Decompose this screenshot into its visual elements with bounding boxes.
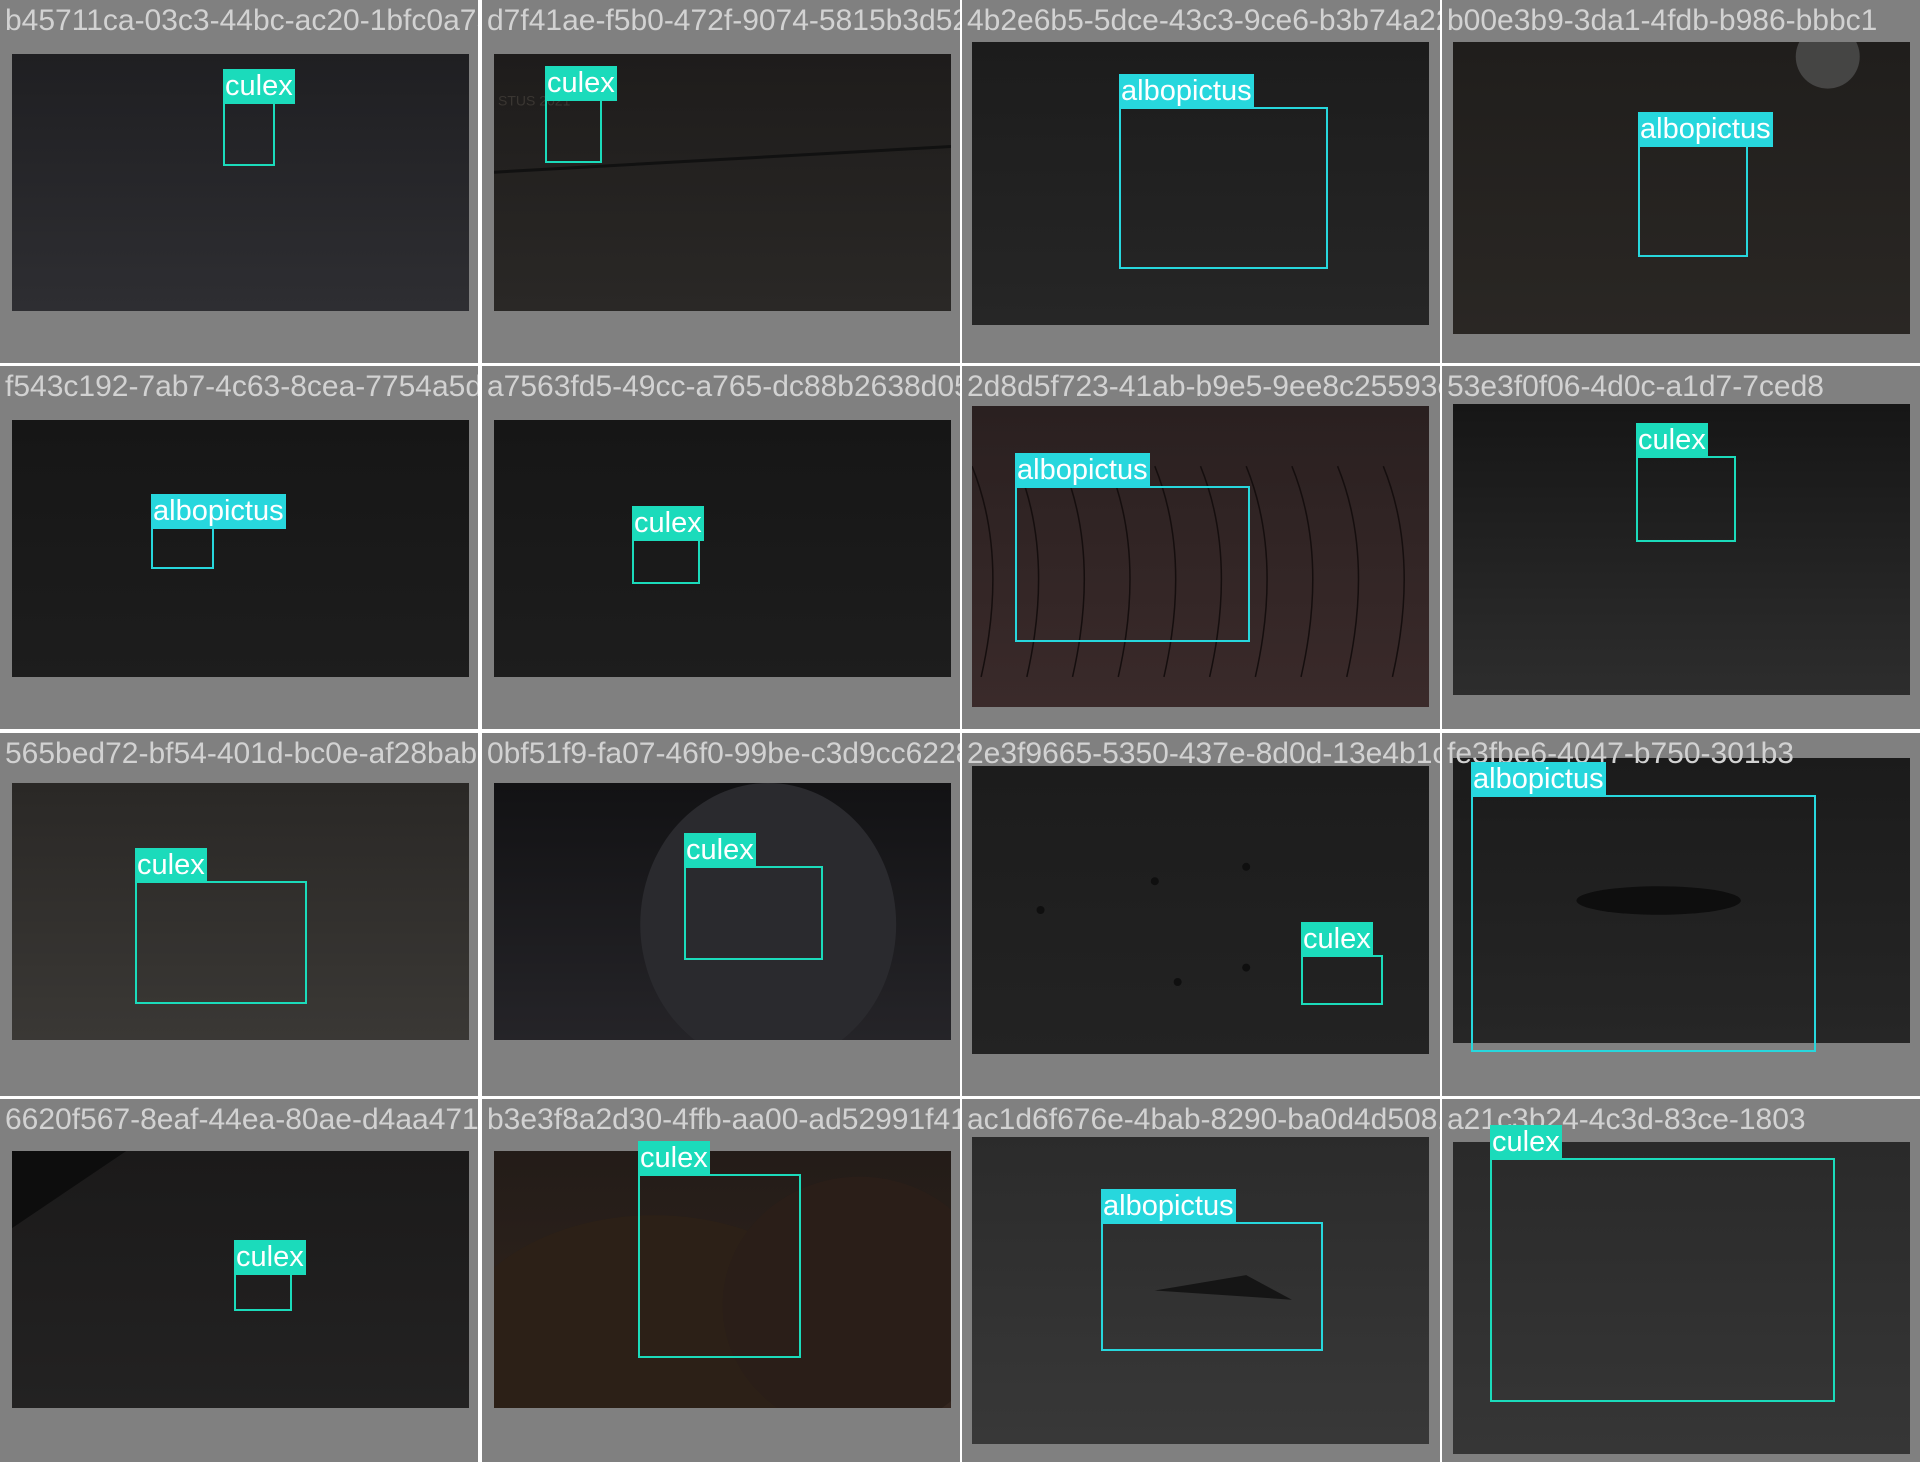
image-filename: 2d8d5f723-41ab-b9e5-9ee8c25593e3.jpe xyxy=(967,370,1440,403)
image-filename: 2e3f9665-5350-437e-8d0d-13e4b1ce9f11.jpe xyxy=(967,737,1440,770)
detection-box: albopictus xyxy=(1101,1189,1323,1351)
image-tile[interactable]: ac1d6f676e-4bab-8290-ba0d4d508104.jpe alb… xyxy=(962,1099,1440,1462)
mosquito-photo xyxy=(972,766,1429,1054)
detection-box: albopictus xyxy=(1471,762,1816,1052)
image-filename: a7563fd5-49cc-a765-dc88b2638d05f.jpe xyxy=(487,370,960,403)
detection-box: culex xyxy=(684,833,823,960)
mosquito-photo xyxy=(12,420,469,677)
image-tile[interactable]: b00e3b9-3da1-4fdb-b986-bbbc1 albopictus xyxy=(1442,0,1920,363)
detection-box: culex xyxy=(638,1141,801,1358)
detection-box: culex xyxy=(1301,922,1383,1005)
image-filename: 565bed72-bf54-401d-bc0e-af28bab5f4f25.jp… xyxy=(5,737,478,770)
image-tile[interactable]: 2e3f9665-5350-437e-8d0d-13e4b1ce9f11.jpe… xyxy=(962,733,1440,1096)
image-tile[interactable]: 2d8d5f723-41ab-b9e5-9ee8c25593e3.jpe albo… xyxy=(962,366,1440,729)
detection-label: culex xyxy=(1490,1125,1562,1160)
detection-box: culex xyxy=(234,1240,306,1311)
image-filename: b45711ca-03c3-44bc-ac20-1bfc0a754836.jpe xyxy=(5,4,478,37)
detection-label: albopictus xyxy=(1015,453,1150,488)
image-filename: b3e3f8a2d30-4ffb-aa00-ad52991f4105.jpe xyxy=(487,1103,960,1136)
detection-box: albopictus xyxy=(151,494,286,569)
detection-box: culex xyxy=(632,506,704,584)
detection-label: culex xyxy=(135,848,207,883)
detection-label: culex xyxy=(638,1141,710,1176)
image-tile[interactable]: f543c192-7ab7-4c63-8cea-7754a5d8f24.jpe a… xyxy=(0,366,478,729)
detection-label: culex xyxy=(545,66,617,101)
image-tile[interactable]: fe3fbe6-4047-b750-301b3 albopictus xyxy=(1442,733,1920,1096)
detection-label: albopictus xyxy=(1119,74,1254,109)
image-filename: 0bf51f9-fa07-46f0-99be-c3d9cc62284.jpe xyxy=(487,737,960,770)
image-filename: b00e3b9-3da1-4fdb-b986-bbbc1 xyxy=(1447,4,1878,37)
detection-box: culex xyxy=(223,69,295,166)
image-tile[interactable]: 4b2e6b5-5dce-43c3-9ce6-b3b74a2281f50.jpe… xyxy=(962,0,1440,363)
detection-label: albopictus xyxy=(1101,1189,1236,1224)
image-tile[interactable]: b45711ca-03c3-44bc-ac20-1bfc0a754836.jpe… xyxy=(0,0,478,363)
image-tile[interactable]: 53e3f0f06-4d0c-a1d7-7ced8 culex xyxy=(1442,366,1920,729)
detection-label: albopictus xyxy=(1471,762,1606,797)
image-grid: b45711ca-03c3-44bc-ac20-1bfc0a754836.jpe… xyxy=(0,0,1920,1464)
detection-label: culex xyxy=(684,833,756,868)
detection-box: culex xyxy=(1490,1125,1835,1402)
detection-label: culex xyxy=(234,1240,306,1275)
image-tile[interactable]: 565bed72-bf54-401d-bc0e-af28bab5f4f25.jp… xyxy=(0,733,478,1096)
image-tile[interactable]: b3e3f8a2d30-4ffb-aa00-ad52991f4105.jpe cu… xyxy=(482,1099,960,1462)
detection-label: culex xyxy=(223,69,295,104)
detection-box: culex xyxy=(135,848,307,1004)
detection-box: culex xyxy=(1636,423,1736,542)
detection-label: culex xyxy=(1636,423,1708,458)
image-tile[interactable]: 0bf51f9-fa07-46f0-99be-c3d9cc62284.jpe cu… xyxy=(482,733,960,1096)
image-filename: d7f41ae-f5b0-472f-9074-5815b3d52564.jpe xyxy=(487,4,960,37)
image-filename: 53e3f0f06-4d0c-a1d7-7ced8 xyxy=(1447,370,1824,403)
mosquito-photo xyxy=(494,420,951,677)
image-filename: 6620f567-8eaf-44ea-80ae-d4aa47178fa36.jp… xyxy=(5,1103,478,1136)
detection-box: albopictus xyxy=(1015,453,1250,642)
image-tile[interactable]: a7563fd5-49cc-a765-dc88b2638d05f.jpe cule… xyxy=(482,366,960,729)
detection-box: albopictus xyxy=(1638,112,1773,257)
image-filename: f543c192-7ab7-4c63-8cea-7754a5d8f24.jpe xyxy=(5,370,478,403)
image-tile[interactable]: a21c3b24-4c3d-83ce-1803 culex xyxy=(1442,1099,1920,1462)
image-filename: ac1d6f676e-4bab-8290-ba0d4d508104.jpe xyxy=(967,1103,1440,1136)
detection-label: culex xyxy=(1301,922,1373,957)
image-filename: 4b2e6b5-5dce-43c3-9ce6-b3b74a2281f50.jpe xyxy=(967,4,1440,37)
detection-label: culex xyxy=(632,506,704,541)
image-tile[interactable]: STUS 2021 d7f41ae-f5b0-472f-9074-5815b3d5… xyxy=(482,0,960,363)
detection-label: albopictus xyxy=(1638,112,1773,147)
image-tile[interactable]: 6620f567-8eaf-44ea-80ae-d4aa47178fa36.jp… xyxy=(0,1099,478,1462)
detection-box: culex xyxy=(545,66,617,163)
detection-label: albopictus xyxy=(151,494,286,529)
detection-box: albopictus xyxy=(1119,74,1328,269)
